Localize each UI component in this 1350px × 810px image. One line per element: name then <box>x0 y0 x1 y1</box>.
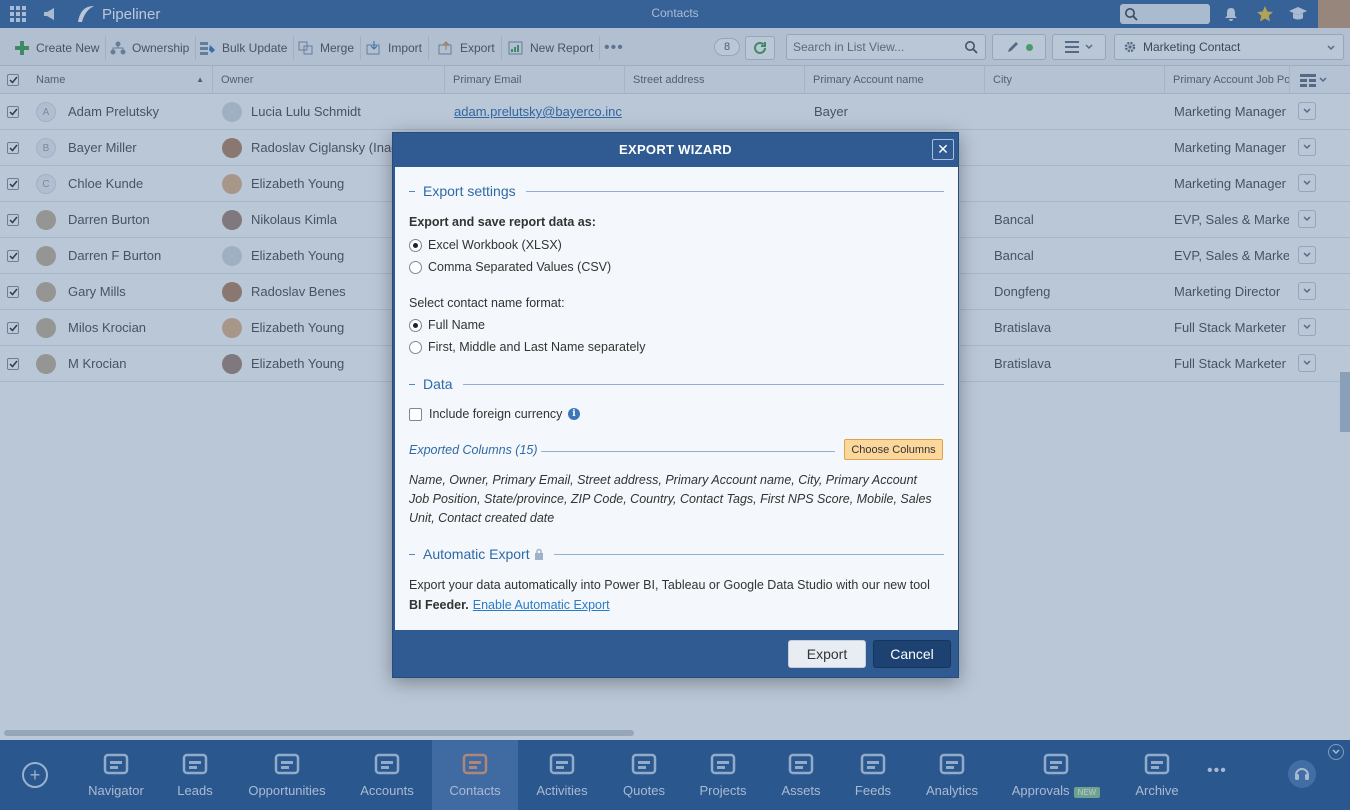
cancel-button[interactable]: Cancel <box>873 640 951 668</box>
radio-xlsx-label[interactable]: Excel Workbook (XLSX) <box>428 238 562 252</box>
lock-icon <box>534 548 543 560</box>
radio-full-name-label[interactable]: Full Name <box>428 318 485 332</box>
foreign-currency-label[interactable]: Include foreign currency <box>429 407 562 421</box>
export-wizard-dialog: EXPORT WIZARD ✕ Export settings Export a… <box>392 132 959 678</box>
enable-automatic-export-link[interactable]: Enable Automatic Export <box>473 598 610 612</box>
automatic-export-description: Export your data automatically into Powe… <box>409 578 930 612</box>
exported-columns-list: Name, Owner, Primary Email, Street addre… <box>409 473 932 525</box>
close-icon[interactable]: ✕ <box>932 139 954 160</box>
save-as-label: Export and save report data as: <box>409 215 596 229</box>
section-automatic-export: Automatic Export <box>409 545 944 563</box>
radio-separate-names[interactable] <box>409 341 422 354</box>
dialog-title: EXPORT WIZARD <box>619 142 732 157</box>
dialog-body: Export settings Export and save report d… <box>395 167 958 630</box>
divider <box>541 451 835 452</box>
section-export-settings: Export settings <box>409 182 944 200</box>
radio-full-name[interactable] <box>409 319 422 332</box>
exported-columns-label: Exported Columns (15) <box>409 443 538 457</box>
foreign-currency-checkbox[interactable] <box>409 408 422 421</box>
name-format-label: Select contact name format: <box>409 296 565 310</box>
choose-columns-button[interactable]: Choose Columns <box>844 439 943 460</box>
radio-csv[interactable] <box>409 261 422 274</box>
export-button[interactable]: Export <box>788 640 866 668</box>
radio-separate-names-label[interactable]: First, Middle and Last Name separately <box>428 340 645 354</box>
dialog-footer: Export Cancel <box>393 630 958 679</box>
info-icon[interactable]: i <box>568 408 580 420</box>
radio-csv-label[interactable]: Comma Separated Values (CSV) <box>428 260 611 274</box>
radio-xlsx[interactable] <box>409 239 422 252</box>
section-data: Data <box>409 375 944 393</box>
